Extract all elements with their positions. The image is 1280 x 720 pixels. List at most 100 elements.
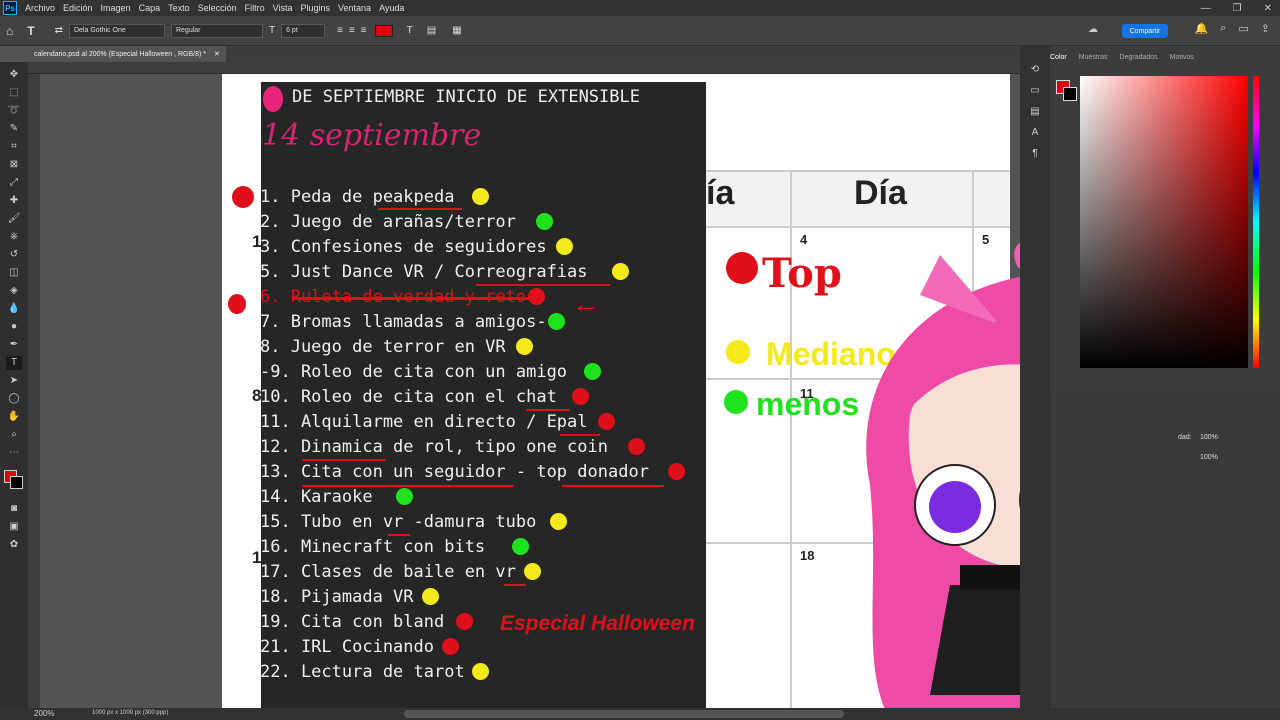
tab-color[interactable]: Color	[1050, 54, 1067, 61]
font-size-select[interactable]: 6 pt	[281, 23, 326, 38]
character-icon[interactable]: A	[1032, 127, 1039, 138]
menu-texto[interactable]: Texto	[164, 3, 194, 13]
underline-4	[560, 434, 600, 436]
document-tabs: calendario.psd al 200% (Especial Hallowe…	[28, 46, 1020, 62]
fill-value[interactable]: 100%	[1200, 454, 1218, 461]
orientation-icon[interactable]: ⇄	[55, 25, 63, 36]
restore-icon[interactable]: ❐	[1233, 3, 1242, 14]
comment-icon[interactable]: ▭	[1030, 85, 1039, 96]
horizontal-scrollbar[interactable]	[404, 710, 844, 718]
share-icon[interactable]: ⇪	[1261, 22, 1270, 35]
priority-dot	[472, 188, 489, 205]
move-icon[interactable]: ✥	[6, 68, 22, 82]
menu-plugins[interactable]: Plugins	[297, 3, 335, 13]
menu-ventana[interactable]: Ventana	[334, 3, 375, 13]
menu-vista[interactable]: Vista	[269, 3, 297, 13]
font-family-select[interactable]: Dela Gothic One	[68, 23, 165, 38]
legend-red-dot	[726, 252, 758, 284]
window-controls: — ❐ ✕	[1201, 0, 1272, 16]
quick-select-icon[interactable]: ✎	[6, 122, 22, 136]
color-picker-field[interactable]	[1080, 76, 1248, 368]
list-item: 18. Pijamada VR	[260, 587, 414, 607]
document-tab[interactable]: calendario.psd al 200% (Especial Hallowe…	[28, 46, 226, 62]
paragraph-icon[interactable]: ¶	[1032, 148, 1037, 159]
list-item: -9. Roleo de cita con un amigo	[260, 362, 568, 382]
menu-archivo[interactable]: Archivo	[21, 3, 59, 13]
menu-imagen[interactable]: Imagen	[97, 3, 135, 13]
quick-mask-icon[interactable]: ◙	[6, 502, 22, 516]
menu-edicion[interactable]: Edición	[59, 3, 97, 13]
strikethrough-line	[292, 297, 540, 300]
list-item: 13. Cita con un seguidor - top donador	[260, 462, 649, 482]
legend-green-dot	[724, 390, 748, 414]
eraser-icon[interactable]: ◫	[6, 266, 22, 280]
share-button[interactable]: Compartir	[1122, 24, 1168, 38]
menu-filtro[interactable]: Filtro	[241, 3, 269, 13]
tab-gradients[interactable]: Degradados	[1120, 54, 1158, 61]
more-tools-icon[interactable]: ⋯	[6, 446, 22, 460]
brush-icon[interactable]: 🖌	[6, 212, 22, 226]
priority-dot	[472, 663, 489, 680]
zoom-icon[interactable]: ⌕	[6, 428, 22, 442]
history-brush-icon[interactable]: ↺	[6, 248, 22, 262]
path-select-icon[interactable]: ➤	[6, 374, 22, 388]
frame-icon[interactable]: ⊠	[6, 158, 22, 172]
generate-icon[interactable]: ✿	[6, 538, 22, 552]
menu-capa[interactable]: Capa	[135, 3, 165, 13]
list-item: 22. Lectura de tarot	[260, 662, 465, 682]
panel-background-color[interactable]	[1063, 87, 1077, 101]
priority-dot	[550, 513, 567, 530]
warp-text-icon[interactable]: T	[407, 25, 413, 36]
tab-close-icon[interactable]: ✕	[214, 51, 220, 58]
minimize-icon[interactable]: —	[1201, 3, 1211, 14]
bucket-icon[interactable]: ◈	[6, 284, 22, 298]
lasso-icon[interactable]: ➰	[6, 104, 22, 118]
text-tool-icon[interactable]: T	[27, 24, 34, 38]
text-color-swatch[interactable]	[374, 24, 393, 37]
align-right-icon[interactable]: ≡	[361, 25, 367, 36]
cloud-icon[interactable]: ☁	[1088, 24, 1098, 35]
list-item: 19. Cita con bland	[260, 612, 445, 632]
bell-icon[interactable]: 🔔	[1195, 22, 1209, 35]
tab-swatches[interactable]: Muestras	[1079, 54, 1108, 61]
shape-icon[interactable]: ◯	[6, 392, 22, 406]
underline-9	[504, 584, 526, 586]
panels-icon[interactable]: ▦	[452, 25, 461, 36]
marquee-icon[interactable]: ⬚	[6, 86, 22, 100]
document-size: 1000 px x 1000 px (300 ppp)	[92, 710, 169, 716]
search-icon[interactable]: ⌕	[1220, 22, 1226, 35]
home-icon[interactable]: ⌂	[6, 24, 13, 38]
opacity-value[interactable]: 100%	[1200, 434, 1218, 441]
tab-patterns[interactable]: Motivos	[1170, 54, 1194, 61]
zoom-level[interactable]: 200%	[34, 709, 54, 718]
tool-presets-icon[interactable]: ▤	[1030, 106, 1039, 117]
background-color[interactable]	[10, 476, 23, 489]
list-item: 8. Juego de terror en VR	[260, 337, 506, 357]
dodge-icon[interactable]: ●	[6, 320, 22, 334]
title-pink-dot	[263, 86, 283, 112]
day-header-2: Día	[854, 174, 907, 212]
character-panel-icon[interactable]: ▤	[427, 25, 436, 36]
eyedropper-icon[interactable]: ⤢	[6, 176, 22, 190]
workspace-icon[interactable]: ▭	[1238, 22, 1248, 35]
crop-icon[interactable]: ⌗	[6, 140, 22, 154]
align-center-icon[interactable]: ≡	[349, 25, 355, 36]
pen-icon[interactable]: ✒	[6, 338, 22, 352]
underline-1	[378, 208, 462, 210]
hue-slider[interactable]	[1253, 76, 1259, 368]
hand-icon[interactable]: ✋	[6, 410, 22, 424]
blur-icon[interactable]: 💧	[6, 302, 22, 316]
history-icon[interactable]: ⟲	[1031, 64, 1039, 75]
healing-icon[interactable]: ✚	[6, 194, 22, 208]
calendar-header: ía Día	[706, 172, 1010, 228]
menu-seleccion[interactable]: Selección	[194, 3, 241, 13]
type-tool-icon[interactable]: T	[6, 356, 22, 370]
close-icon[interactable]: ✕	[1264, 3, 1272, 14]
stamp-icon[interactable]: ⎈	[6, 230, 22, 244]
font-style-select[interactable]: Regular	[170, 23, 263, 38]
color-swatches[interactable]	[4, 470, 24, 490]
screen-mode-icon[interactable]: ▣	[6, 520, 22, 534]
menu-ayuda[interactable]: Ayuda	[375, 3, 408, 13]
align-left-icon[interactable]: ≡	[337, 25, 343, 36]
font-size-icon: T	[268, 25, 276, 36]
